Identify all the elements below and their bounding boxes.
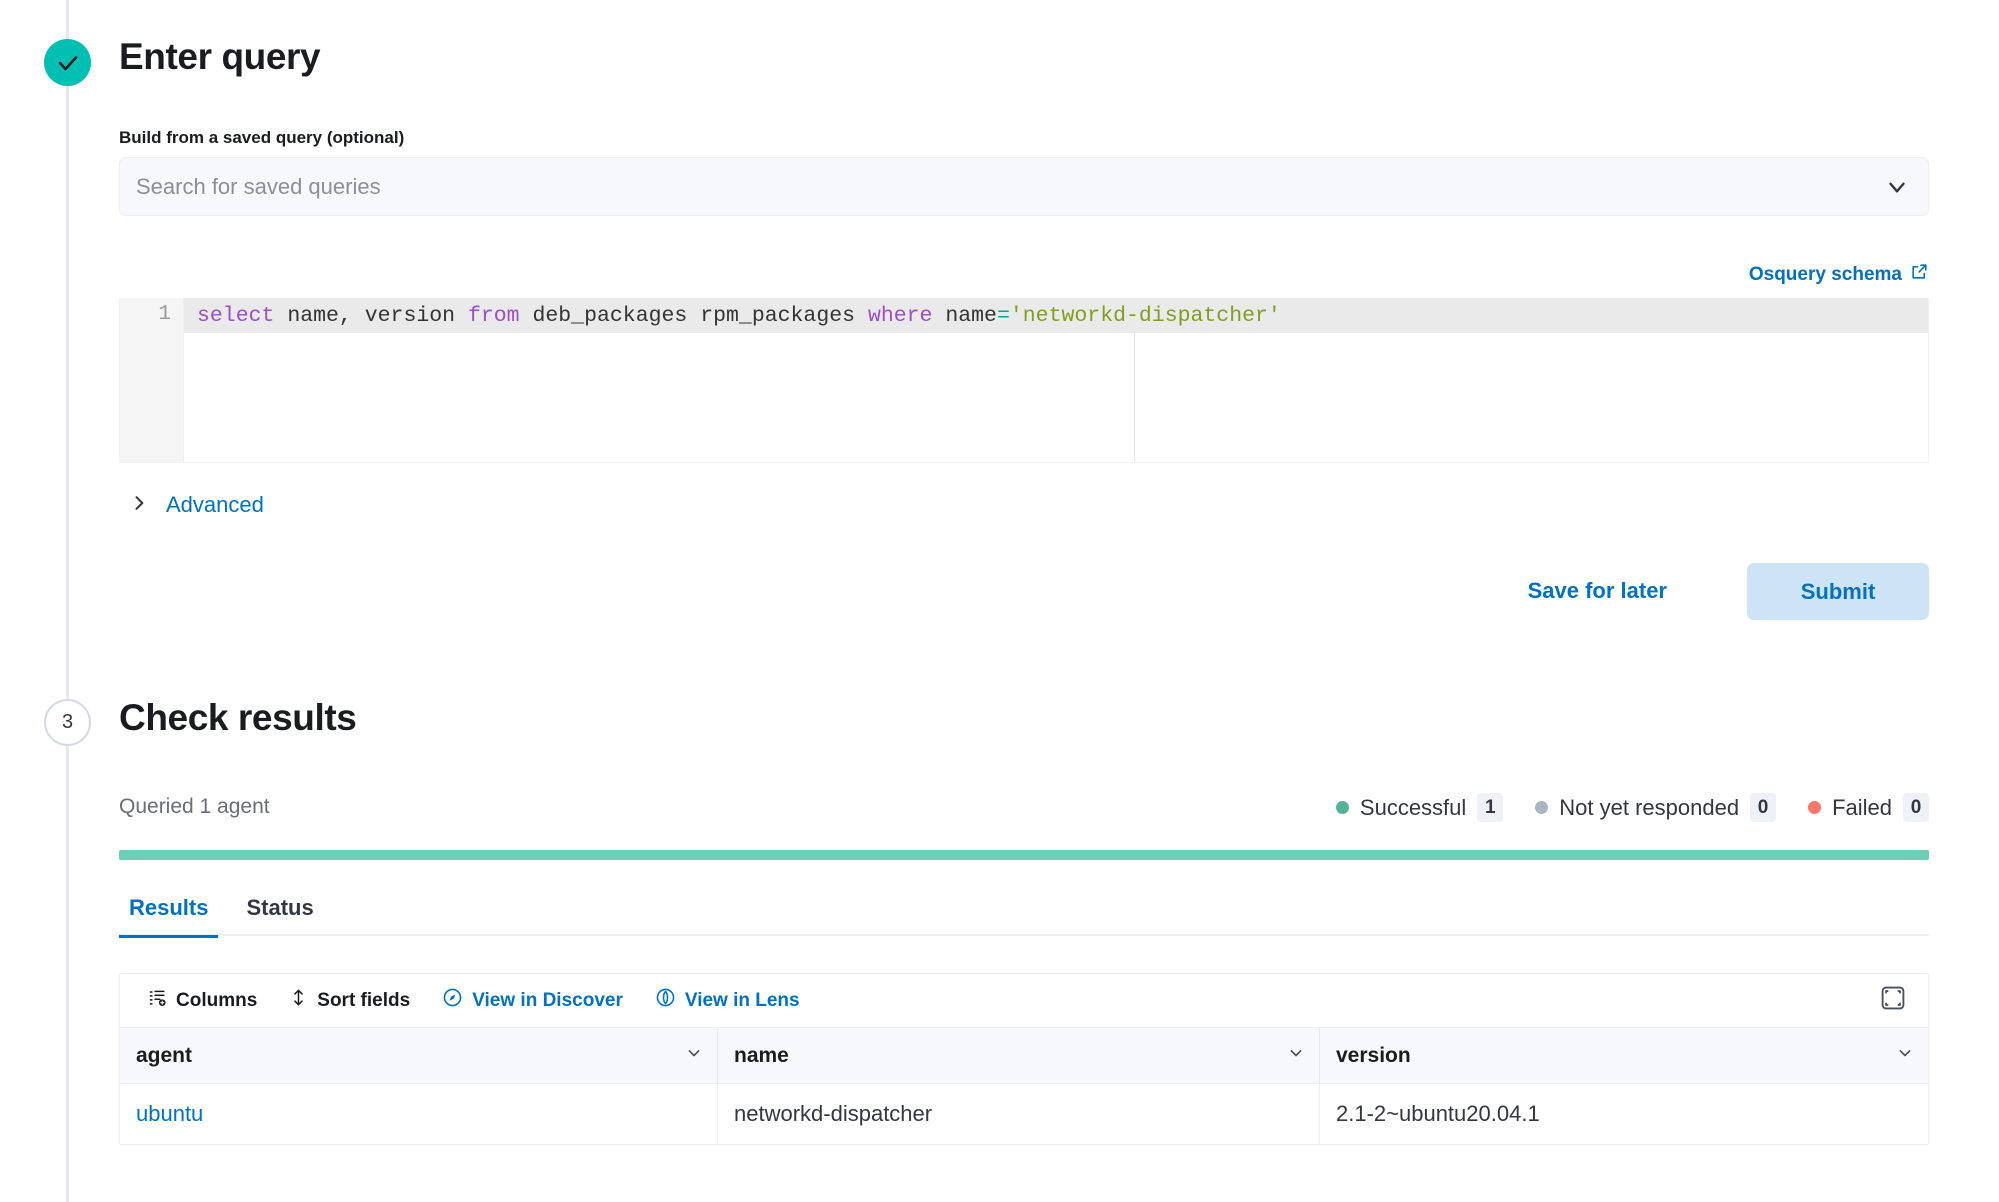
column-header-version[interactable]: version xyxy=(1320,1028,1928,1083)
status-legend: Successful 1 Not yet responded 0 Failed … xyxy=(1336,793,1929,822)
lens-icon xyxy=(655,987,676,1014)
sql-token-string: 'networkd-dispatcher' xyxy=(1010,304,1281,328)
sql-token-operator: = xyxy=(997,304,1010,328)
advanced-label: Advanced xyxy=(166,492,264,518)
status-label-not-responded: Not yet responded xyxy=(1559,795,1739,821)
step-number-label: 3 xyxy=(62,711,73,734)
column-header-version-label: version xyxy=(1336,1044,1895,1068)
stepper-rail xyxy=(66,0,69,1202)
cell-version: 2.1-2~ubuntu20.04.1 xyxy=(1320,1084,1928,1144)
chevron-down-icon[interactable] xyxy=(1884,174,1910,200)
queried-agents-text: Queried 1 agent xyxy=(119,795,270,819)
view-in-discover-button[interactable]: View in Discover xyxy=(430,981,635,1020)
table-row: ubuntu networkd-dispatcher 2.1-2~ubuntu2… xyxy=(120,1084,1928,1144)
status-label-successful: Successful xyxy=(1360,795,1466,821)
fullscreen-button[interactable] xyxy=(1876,984,1910,1018)
results-progress-bar xyxy=(119,850,1929,860)
status-count-failed: 0 xyxy=(1903,793,1929,822)
save-for-later-button[interactable]: Save for later xyxy=(1528,578,1667,604)
columns-icon xyxy=(148,988,167,1013)
query-code-line[interactable]: select name, version from deb_packages r… xyxy=(184,298,1928,333)
sort-fields-label: Sort fields xyxy=(317,990,410,1012)
fullscreen-icon xyxy=(1880,985,1906,1016)
agent-link[interactable]: ubuntu xyxy=(136,1101,203,1127)
status-count-not-responded: 0 xyxy=(1750,793,1776,822)
columns-button[interactable]: Columns xyxy=(136,982,269,1019)
editor-line-number: 1 xyxy=(158,303,171,326)
chevron-down-icon[interactable] xyxy=(1895,1043,1915,1069)
status-dot-not-responded xyxy=(1535,801,1548,814)
column-header-name-label: name xyxy=(734,1044,1286,1068)
status-badge-successful: Successful 1 xyxy=(1336,793,1503,822)
sort-icon xyxy=(289,988,308,1013)
osquery-schema-link[interactable]: Osquery schema xyxy=(1749,262,1929,287)
status-badge-not-responded: Not yet responded 0 xyxy=(1535,793,1776,822)
cell-name: networkd-dispatcher xyxy=(718,1084,1320,1144)
status-dot-successful xyxy=(1336,801,1349,814)
external-link-icon xyxy=(1910,262,1929,287)
step-indicator-check-results: 3 xyxy=(44,699,91,746)
chevron-right-icon xyxy=(129,493,149,518)
check-icon xyxy=(56,51,80,75)
results-data-grid: Columns Sort fields View in Discover Vie… xyxy=(119,973,1929,1145)
editor-print-margin xyxy=(1134,333,1135,463)
page-title-check-results: Check results xyxy=(119,697,356,739)
sql-token-keyword: where xyxy=(868,304,933,328)
data-grid-toolbar: Columns Sort fields View in Discover Vie… xyxy=(120,974,1928,1028)
sort-fields-button[interactable]: Sort fields xyxy=(277,982,422,1019)
sql-token-identifier: name xyxy=(932,304,997,328)
results-tabs: Results Status xyxy=(119,880,1929,936)
discover-icon xyxy=(442,987,463,1014)
editor-gutter: 1 xyxy=(120,298,184,463)
column-header-agent[interactable]: agent xyxy=(120,1028,718,1083)
view-in-lens-label: View in Lens xyxy=(685,990,800,1012)
advanced-toggle[interactable]: Advanced xyxy=(129,492,264,518)
view-in-discover-label: View in Discover xyxy=(472,990,623,1012)
saved-query-label: Build from a saved query (optional) xyxy=(119,128,404,148)
osquery-schema-label: Osquery schema xyxy=(1749,264,1902,286)
page-title-enter-query: Enter query xyxy=(119,36,320,78)
step-indicator-enter-query xyxy=(44,39,91,86)
saved-query-input[interactable]: Search for saved queries xyxy=(136,174,1884,200)
column-header-agent-label: agent xyxy=(136,1044,684,1068)
status-dot-failed xyxy=(1808,801,1821,814)
tab-status[interactable]: Status xyxy=(236,880,323,936)
sql-token-identifier: name, version xyxy=(274,304,468,328)
status-label-failed: Failed xyxy=(1832,795,1892,821)
chevron-down-icon[interactable] xyxy=(684,1043,704,1069)
sql-token-identifier: deb_packages rpm_packages xyxy=(520,304,868,328)
data-grid-header-row: agent name version xyxy=(120,1028,1928,1084)
tab-results[interactable]: Results xyxy=(119,880,218,936)
column-header-name[interactable]: name xyxy=(718,1028,1320,1083)
status-badge-failed: Failed 0 xyxy=(1808,793,1929,822)
status-count-successful: 1 xyxy=(1477,793,1503,822)
cell-agent: ubuntu xyxy=(120,1084,718,1144)
sql-token-keyword: select xyxy=(197,304,274,328)
sql-token-keyword: from xyxy=(468,304,520,328)
chevron-down-icon[interactable] xyxy=(1286,1043,1306,1069)
query-editor[interactable]: 1 select name, version from deb_packages… xyxy=(119,298,1929,463)
submit-button[interactable]: Submit xyxy=(1747,563,1929,620)
columns-label: Columns xyxy=(176,990,257,1012)
saved-query-combobox[interactable]: Search for saved queries xyxy=(119,157,1929,216)
view-in-lens-button[interactable]: View in Lens xyxy=(643,981,812,1020)
